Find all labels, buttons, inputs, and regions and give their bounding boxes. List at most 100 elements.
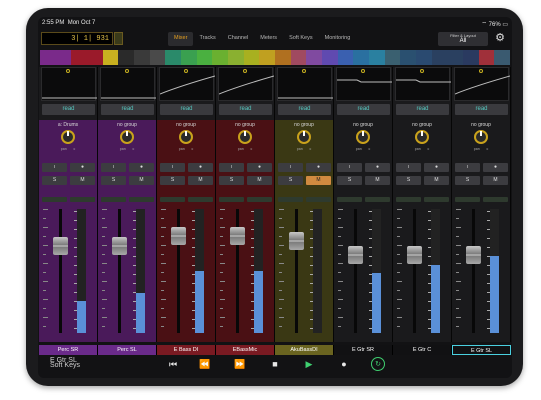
pan-knob[interactable] bbox=[474, 130, 488, 144]
tab-monitoring[interactable]: Monitoring bbox=[319, 32, 357, 46]
overview-cell[interactable] bbox=[369, 50, 385, 65]
automation-preview[interactable] bbox=[336, 67, 392, 101]
record-arm-button[interactable]: ● bbox=[306, 163, 331, 172]
mute-button[interactable]: M bbox=[306, 176, 331, 185]
solo-button[interactable]: S bbox=[219, 176, 244, 185]
counter-mode-button[interactable] bbox=[114, 32, 123, 45]
pan-knob[interactable] bbox=[238, 130, 252, 144]
input-monitor-button[interactable]: ı bbox=[101, 163, 126, 172]
fader-handle[interactable] bbox=[348, 245, 363, 264]
pan-knob[interactable] bbox=[356, 130, 370, 144]
track-name-tab[interactable]: EBassMic bbox=[216, 345, 275, 355]
track-name-tab[interactable]: E Bass DI bbox=[157, 345, 216, 355]
fader-handle[interactable] bbox=[289, 232, 304, 251]
fader-track[interactable] bbox=[354, 209, 357, 333]
record-arm-button[interactable]: ● bbox=[424, 163, 449, 172]
automation-mode-button[interactable]: read bbox=[455, 104, 508, 115]
pan-knob[interactable] bbox=[179, 130, 193, 144]
loop-icon[interactable]: ↻ bbox=[371, 357, 385, 371]
filter-layout-selector[interactable]: Filter & Layout All bbox=[438, 32, 488, 46]
overview-cell[interactable] bbox=[87, 50, 103, 65]
overview-cell[interactable] bbox=[322, 50, 338, 65]
overview-cell[interactable] bbox=[275, 50, 291, 65]
automation-mode-button[interactable]: read bbox=[278, 104, 331, 115]
fader-track[interactable] bbox=[413, 209, 416, 333]
overview-cell[interactable] bbox=[40, 50, 56, 65]
overview-cell[interactable] bbox=[463, 50, 479, 65]
input-monitor-button[interactable]: ı bbox=[396, 163, 421, 172]
gear-icon[interactable]: ⚙ bbox=[493, 31, 507, 45]
overview-cell[interactable] bbox=[71, 50, 88, 65]
group-label[interactable]: no group bbox=[216, 122, 274, 128]
position-counter[interactable]: 3| 1| 931 bbox=[41, 32, 113, 45]
pan-knob[interactable] bbox=[61, 130, 75, 144]
solo-button[interactable]: S bbox=[396, 176, 421, 185]
automation-preview[interactable] bbox=[277, 67, 333, 101]
solo-button[interactable]: S bbox=[160, 176, 185, 185]
automation-mode-button[interactable]: read bbox=[219, 104, 272, 115]
overview-cell[interactable] bbox=[134, 50, 150, 65]
pan-knob[interactable] bbox=[120, 130, 134, 144]
overview-cell[interactable] bbox=[181, 50, 197, 65]
record-arm-button[interactable]: ● bbox=[188, 163, 213, 172]
overview-cell[interactable] bbox=[494, 50, 511, 65]
record-arm-button[interactable]: ● bbox=[483, 163, 508, 172]
fast-forward-icon[interactable]: ⏩ bbox=[233, 357, 247, 371]
group-label[interactable]: no group bbox=[452, 122, 510, 128]
pan-knob[interactable] bbox=[297, 130, 311, 144]
overview-cell[interactable] bbox=[384, 50, 401, 65]
track-name-tab[interactable]: Perc SL bbox=[98, 345, 157, 355]
mute-button[interactable]: M bbox=[247, 176, 272, 185]
group-label[interactable]: no group bbox=[157, 122, 215, 128]
overview-cell[interactable] bbox=[353, 50, 370, 65]
overview-cell[interactable] bbox=[431, 50, 448, 65]
group-label[interactable]: no group bbox=[275, 122, 333, 128]
automation-mode-button[interactable]: read bbox=[396, 104, 449, 115]
overview-cell[interactable] bbox=[447, 50, 464, 65]
group-label[interactable]: no group bbox=[98, 122, 156, 128]
fader-handle[interactable] bbox=[466, 245, 481, 264]
overview-cell[interactable] bbox=[55, 50, 72, 65]
overview-cell[interactable] bbox=[400, 50, 417, 65]
fader-handle[interactable] bbox=[53, 237, 68, 256]
record-arm-button[interactable]: ● bbox=[247, 163, 272, 172]
tab-mixer[interactable]: Mixer bbox=[168, 32, 194, 46]
overview-cell[interactable] bbox=[165, 50, 182, 65]
input-monitor-button[interactable]: ı bbox=[455, 163, 480, 172]
fader-handle[interactable] bbox=[112, 237, 127, 256]
group-label[interactable]: a: Drums bbox=[39, 122, 97, 128]
solo-button[interactable]: S bbox=[278, 176, 303, 185]
play-icon[interactable]: ▶ bbox=[302, 357, 316, 371]
automation-mode-button[interactable]: read bbox=[101, 104, 154, 115]
overview-cell[interactable] bbox=[290, 50, 307, 65]
overview-cell[interactable] bbox=[243, 50, 260, 65]
group-label[interactable]: no group bbox=[334, 122, 392, 128]
overview-cell[interactable] bbox=[196, 50, 213, 65]
overview-cell[interactable] bbox=[478, 50, 495, 65]
soft-keys-label[interactable]: Soft Keys bbox=[50, 362, 80, 369]
mute-button[interactable]: M bbox=[70, 176, 95, 185]
overview-cell[interactable] bbox=[118, 50, 135, 65]
rewind-icon[interactable]: ⏪ bbox=[198, 357, 212, 371]
record-arm-button[interactable]: ● bbox=[365, 163, 390, 172]
record-icon[interactable]: ● bbox=[337, 357, 351, 371]
track-name-tab[interactable]: AkuBassDI bbox=[275, 345, 334, 355]
solo-button[interactable]: S bbox=[337, 176, 362, 185]
automation-mode-button[interactable]: read bbox=[160, 104, 213, 115]
solo-button[interactable]: S bbox=[455, 176, 480, 185]
solo-button[interactable]: S bbox=[101, 176, 126, 185]
record-arm-button[interactable]: ● bbox=[129, 163, 154, 172]
overview-cell[interactable] bbox=[259, 50, 276, 65]
automation-mode-button[interactable]: read bbox=[42, 104, 95, 115]
overview-cell[interactable] bbox=[416, 50, 432, 65]
overview-cell[interactable] bbox=[228, 50, 244, 65]
fader-track[interactable] bbox=[118, 209, 121, 333]
solo-button[interactable]: S bbox=[42, 176, 67, 185]
automation-preview[interactable] bbox=[395, 67, 451, 101]
fader-track[interactable] bbox=[472, 209, 475, 333]
fader-track[interactable] bbox=[59, 209, 62, 333]
automation-preview[interactable] bbox=[100, 67, 156, 101]
tab-channel[interactable]: Channel bbox=[222, 32, 255, 46]
automation-preview[interactable] bbox=[41, 67, 97, 101]
input-monitor-button[interactable]: ı bbox=[278, 163, 303, 172]
